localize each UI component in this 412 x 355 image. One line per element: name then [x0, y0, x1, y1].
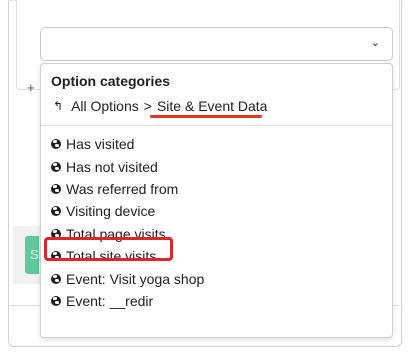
chevron-down-icon[interactable]: ⌄ [371, 36, 380, 49]
option-label: Total site visits [66, 248, 157, 265]
globe-icon [51, 183, 61, 194]
option-event-redir[interactable]: Event: __redir [51, 290, 381, 312]
save-button-label: S [30, 247, 39, 262]
breadcrumb: ↰ All Options > Site & Event Data [53, 98, 267, 114]
option-label: Visiting device [66, 203, 156, 220]
option-event-visit-yoga-shop[interactable]: Event: Visit yoga shop [51, 267, 381, 289]
option-label: Total page visits [66, 225, 166, 242]
option-was-referred-from[interactable]: Was referred from [51, 178, 381, 200]
breadcrumb-separator: > [143, 98, 152, 114]
globe-icon [51, 251, 61, 262]
category-select[interactable]: ⌄ [40, 27, 393, 61]
option-list: Has visited Has not visited Was referred… [51, 133, 381, 312]
globe-icon [51, 139, 61, 150]
option-total-site-visits[interactable]: Total site visits [51, 245, 381, 267]
back-arrow-icon[interactable]: ↰ [53, 99, 63, 113]
option-has-visited[interactable]: Has visited [51, 133, 381, 155]
breadcrumb-all-options[interactable]: All Options [71, 98, 139, 114]
annotation-underline [150, 115, 262, 118]
globe-icon [51, 161, 61, 172]
option-visiting-device[interactable]: Visiting device [51, 200, 381, 222]
option-label: Event: Visit yoga shop [66, 270, 205, 287]
option-total-page-visits[interactable]: Total page visits [51, 223, 381, 245]
option-label: Event: __redir [66, 292, 154, 309]
globe-icon [51, 206, 61, 217]
dropdown-header: Option categories [51, 73, 171, 89]
breadcrumb-current: Site & Event Data [156, 98, 268, 114]
option-has-not-visited[interactable]: Has not visited [51, 155, 381, 177]
option-label: Has visited [66, 136, 135, 153]
dropdown-divider [41, 125, 392, 126]
option-label: Was referred from [66, 180, 179, 197]
add-condition-hint[interactable]: + [27, 80, 35, 95]
globe-icon [51, 228, 61, 239]
option-label: Has not visited [66, 158, 158, 175]
option-dropdown: Option categories ↰ All Options > Site &… [40, 63, 393, 338]
globe-icon [51, 273, 61, 284]
globe-icon [51, 295, 61, 306]
